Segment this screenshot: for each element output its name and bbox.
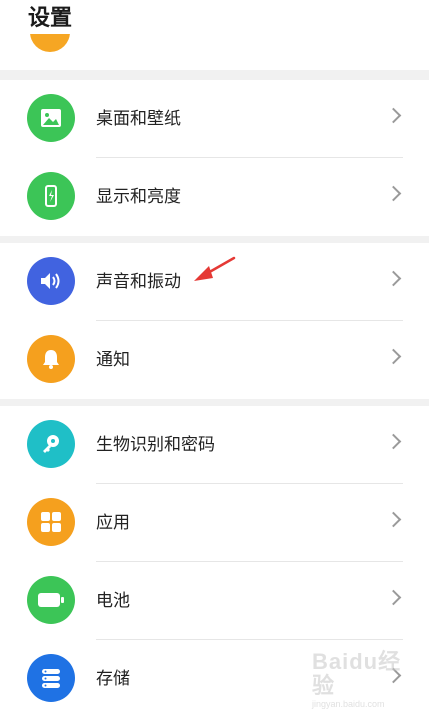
page-title: 设置: [28, 6, 73, 31]
chevron-right-icon: [385, 348, 402, 365]
settings-group-sound-notification: 声音和振动 通知: [0, 243, 429, 399]
battery-icon: [27, 576, 75, 624]
settings-item-label: 显示和亮度: [96, 187, 181, 207]
settings-item-label: 通知: [96, 350, 130, 370]
wallpaper-icon: [27, 94, 75, 142]
chevron-right-icon: [385, 433, 402, 450]
settings-item-label: 桌面和壁纸: [96, 109, 181, 129]
watermark-url: jingyan.baidu.com: [312, 699, 385, 709]
settings-item-notifications[interactable]: 通知: [0, 321, 429, 399]
chevron-right-icon: [385, 107, 402, 124]
watermark-logo: Baidu经验: [312, 649, 402, 698]
settings-item-biometrics[interactable]: 生物识别和密码: [0, 406, 429, 484]
settings-group-display: 桌面和壁纸 显示和亮度: [0, 80, 429, 236]
settings-item-wallpaper[interactable]: 桌面和壁纸: [0, 80, 429, 158]
settings-item-label: 存储: [96, 669, 130, 689]
settings-item-label: 电池: [96, 591, 130, 611]
display-brightness-icon: [27, 172, 75, 220]
chevron-right-icon: [385, 185, 402, 202]
settings-item-battery[interactable]: 电池: [0, 562, 429, 640]
chevron-right-icon: [385, 270, 402, 287]
settings-item-label: 声音和振动: [96, 272, 181, 292]
apps-grid-icon: [27, 498, 75, 546]
sound-icon: [27, 257, 75, 305]
key-icon: [27, 420, 75, 468]
bell-icon: [27, 335, 75, 383]
chevron-right-icon: [385, 511, 402, 528]
settings-item-apps[interactable]: 应用: [0, 484, 429, 562]
chevron-right-icon: [385, 589, 402, 606]
header: 设置: [0, 0, 429, 70]
partially-hidden-icon[interactable]: [30, 34, 70, 56]
settings-item-label: 生物识别和密码: [96, 435, 215, 455]
settings-item-sound[interactable]: 声音和振动: [0, 243, 429, 321]
settings-item-label: 应用: [96, 513, 130, 533]
storage-icon: [27, 654, 75, 702]
watermark: Baidu经验 jingyan.baidu.com: [312, 650, 422, 710]
settings-item-display[interactable]: 显示和亮度: [0, 158, 429, 236]
